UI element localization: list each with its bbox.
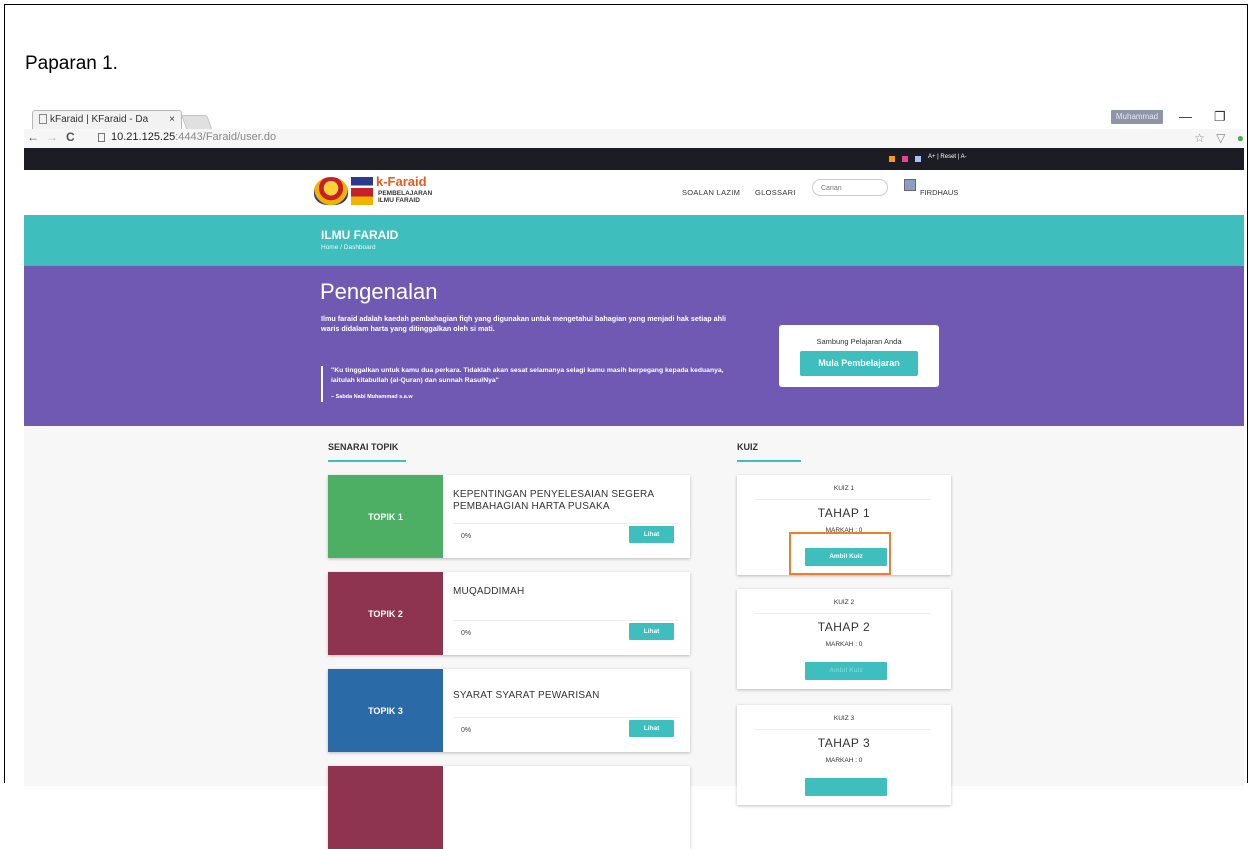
site-header: k-Faraid PEMBELAJARAN ILMU FARAID SOALAN … — [24, 170, 1244, 215]
topic-progress: 0% — [461, 630, 472, 637]
topic-name: KEPENTINGAN PENYELESAIAN SEGERA PEMBAHAG… — [453, 489, 654, 512]
crest-icon — [314, 177, 348, 205]
browser-tabstrip: kFaraid | KFaraid - Da × Muhammad — ❐ — [24, 107, 1244, 131]
topic-card — [328, 766, 690, 849]
user-icon[interactable] — [904, 179, 916, 191]
quiz-card: KUIZ 3 TAHAP 3 MARKAH : 0 — [737, 705, 951, 805]
quiz-score: MARKAH : 0 — [825, 641, 863, 648]
browser-tab[interactable]: kFaraid | KFaraid - Da × — [32, 110, 182, 129]
annotation-highlight — [789, 532, 891, 575]
topic-card: TOPIK 3 SYARAT SYARAT PEWARISAN 0% Lihat — [328, 669, 690, 752]
quiz-name: KUIZ 3 — [833, 715, 855, 722]
topic-name: SYARAT SYARAT PEWARISAN — [453, 690, 600, 701]
take-quiz-button[interactable]: Ambil Kuiz — [805, 662, 887, 680]
shield-icon[interactable]: ▽ — [1216, 131, 1225, 145]
quiz-level: TAHAP 3 — [817, 736, 871, 750]
view-topic-button[interactable]: Lihat — [629, 623, 674, 640]
hero-title: Pengenalan — [320, 279, 438, 304]
divider — [755, 499, 931, 500]
topic-tag: TOPIK 3 — [328, 669, 443, 752]
hero-quote: "Ku tinggalkan untuk kamu dua perkara. T… — [321, 366, 731, 402]
nav-glossary[interactable]: GLOSSARI — [755, 188, 796, 197]
page-banner: ILMU FARAID Home / Dashboard — [24, 215, 1244, 266]
hero-section: Pengenalan Ilmu faraid adalah kaedah pem… — [24, 266, 1244, 426]
minimize-icon[interactable]: — — [1179, 109, 1192, 124]
star-icon[interactable]: ☆ — [1194, 131, 1205, 145]
logo-subtitle: PEMBELAJARAN ILMU FARAID — [378, 190, 433, 204]
maximize-icon[interactable]: ❐ — [1214, 109, 1226, 125]
theme-blue-swatch[interactable] — [915, 156, 921, 162]
topic-tag: TOPIK 2 — [328, 572, 443, 655]
profile-button[interactable]: Muhammad — [1111, 110, 1163, 124]
emblem-icon — [351, 177, 373, 205]
view-topic-button[interactable]: Lihat — [629, 720, 674, 737]
browser-toolbar: ← → C 10.21.125.25:4443/Faraid/user.do ☆… — [24, 129, 1244, 149]
divider — [453, 523, 678, 524]
tab-title: kFaraid | KFaraid - Da — [50, 114, 149, 125]
topic-tag: TOPIK 1 — [328, 475, 443, 558]
hero-description: Ilmu faraid adalah kaedah pembahagian fi… — [321, 314, 726, 333]
continue-label: Sambung Pelajaran Anda — [816, 337, 902, 346]
breadcrumb[interactable]: Home / Dashboard — [321, 244, 376, 251]
document-caption: Paparan 1. — [25, 53, 118, 74]
divider — [453, 717, 678, 718]
quiz-score: MARKAH : 0 — [825, 757, 863, 764]
quote-source: – Sabda Nabi Muhammad s.a.w — [331, 394, 413, 400]
quiz-name: KUIZ 1 — [833, 485, 855, 492]
reload-icon[interactable]: C — [66, 130, 75, 144]
quiz-level: TAHAP 1 — [817, 506, 871, 520]
quiz-heading: KUIZ — [737, 442, 758, 452]
divider — [755, 729, 931, 730]
divider — [755, 613, 931, 614]
font-size-controls[interactable]: A+ | Reset | A- — [928, 154, 967, 160]
theme-pink-swatch[interactable] — [902, 156, 908, 162]
continue-learning-card: Sambung Pelajaran Anda Mula Pembelajaran — [779, 325, 939, 387]
logo-title: k-Faraid — [376, 174, 427, 189]
quiz-name: KUIZ 2 — [833, 599, 855, 606]
search-input[interactable] — [812, 179, 888, 196]
back-icon[interactable]: ← — [27, 130, 39, 144]
topic-card: TOPIK 2 MUQADDIMAH 0% Lihat — [328, 572, 690, 655]
topics-heading: SENARAI TOPIK — [328, 442, 399, 452]
address-bar[interactable]: 10.21.125.25:4443/Faraid/user.do — [98, 131, 1138, 146]
view-topic-button[interactable]: Lihat — [629, 526, 674, 543]
quiz-card: KUIZ 2 TAHAP 2 MARKAH : 0 Ambil Kuiz — [737, 589, 951, 689]
divider — [453, 620, 678, 621]
extension-icon[interactable]: ● — [1237, 131, 1244, 145]
topic-card: TOPIK 1 KEPENTINGAN PENYELESAIAN SEGERA … — [328, 475, 690, 558]
take-quiz-button[interactable] — [805, 778, 887, 796]
topic-progress: 0% — [461, 727, 472, 734]
topics-underline — [328, 460, 406, 462]
topic-progress: 0% — [461, 533, 472, 540]
topic-name: MUQADDIMAH — [453, 586, 525, 597]
page-title: ILMU FARAID — [321, 228, 399, 242]
close-icon[interactable]: × — [169, 114, 175, 125]
toolbar-icons: ☆ ▽ ● — [1194, 131, 1244, 145]
quiz-level: TAHAP 2 — [817, 620, 871, 634]
page-icon — [39, 114, 47, 125]
dashboard-content: SENARAI TOPIK KUIZ TOPIK 1 KEPENTINGAN P… — [24, 426, 1244, 849]
quiz-underline — [737, 460, 801, 462]
forward-icon[interactable]: → — [46, 130, 58, 144]
site-logo[interactable]: k-Faraid PEMBELAJARAN ILMU FARAID — [314, 175, 446, 209]
theme-orange-swatch[interactable] — [889, 156, 895, 162]
page-info-icon — [98, 132, 105, 142]
start-learning-button[interactable]: Mula Pembelajaran — [800, 351, 918, 376]
nav-faq[interactable]: SOALAN LAZIM — [682, 188, 740, 197]
webpage: A+ | Reset | A- k-Faraid PEMBELAJARAN ILM… — [24, 148, 1244, 849]
topic-tag — [328, 766, 443, 849]
accessibility-bar: A+ | Reset | A- — [24, 148, 1244, 170]
user-name[interactable]: FIRDHAUS — [920, 188, 958, 197]
